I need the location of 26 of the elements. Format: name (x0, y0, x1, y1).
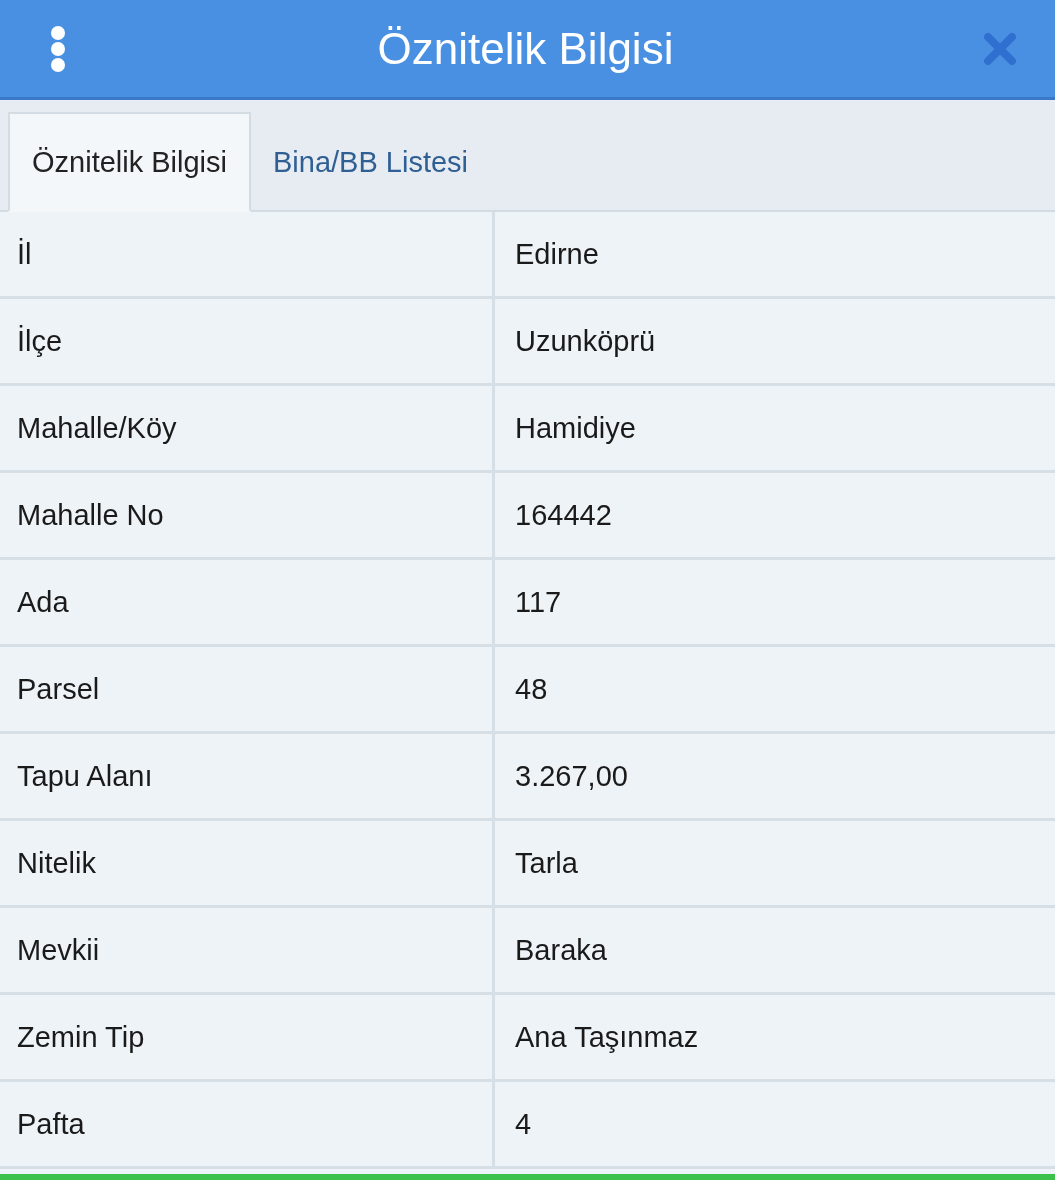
tab[interactable]: Bina/BB Listesi (251, 112, 491, 212)
table-cell: 164442 (492, 473, 1055, 557)
table-cell-text: İlçe (16, 323, 64, 359)
table-cell-text: Pafta (16, 1106, 86, 1142)
table-cell: 117 (492, 560, 1055, 644)
menu-icon[interactable] (48, 24, 68, 73)
table-cell: Hamidiye (492, 386, 1055, 470)
table-cell: Edirne (492, 212, 1055, 296)
table-cell-text: Tapu Alanı (16, 758, 154, 794)
table-cell-text: Mahalle No (16, 497, 165, 533)
table-cell: Tarla (492, 821, 1055, 905)
window-title: Öznitelik Bilgisi (377, 23, 674, 74)
table-cell-text: Mahalle/Köy (16, 410, 178, 446)
table-cell: Ana Taşınmaz (492, 995, 1055, 1079)
table-cell: 4 (492, 1082, 1055, 1166)
table-cell-text: İl (16, 236, 33, 272)
table-cell: Uzunköprü (492, 299, 1055, 383)
tab[interactable]: Öznitelik Bilgisi (8, 112, 251, 212)
table-cell: 48 (492, 647, 1055, 731)
table-cell-text: Ada (16, 584, 70, 620)
table-cell-text: Parsel (16, 671, 101, 707)
table-cell: 3.267,00 (492, 734, 1055, 818)
table-cell-text: Zemin Tip (16, 1019, 146, 1055)
table-cell: Baraka (492, 908, 1055, 992)
table-cell-text: Nitelik (16, 845, 97, 881)
table-cell-text: Mevkii (16, 932, 101, 968)
